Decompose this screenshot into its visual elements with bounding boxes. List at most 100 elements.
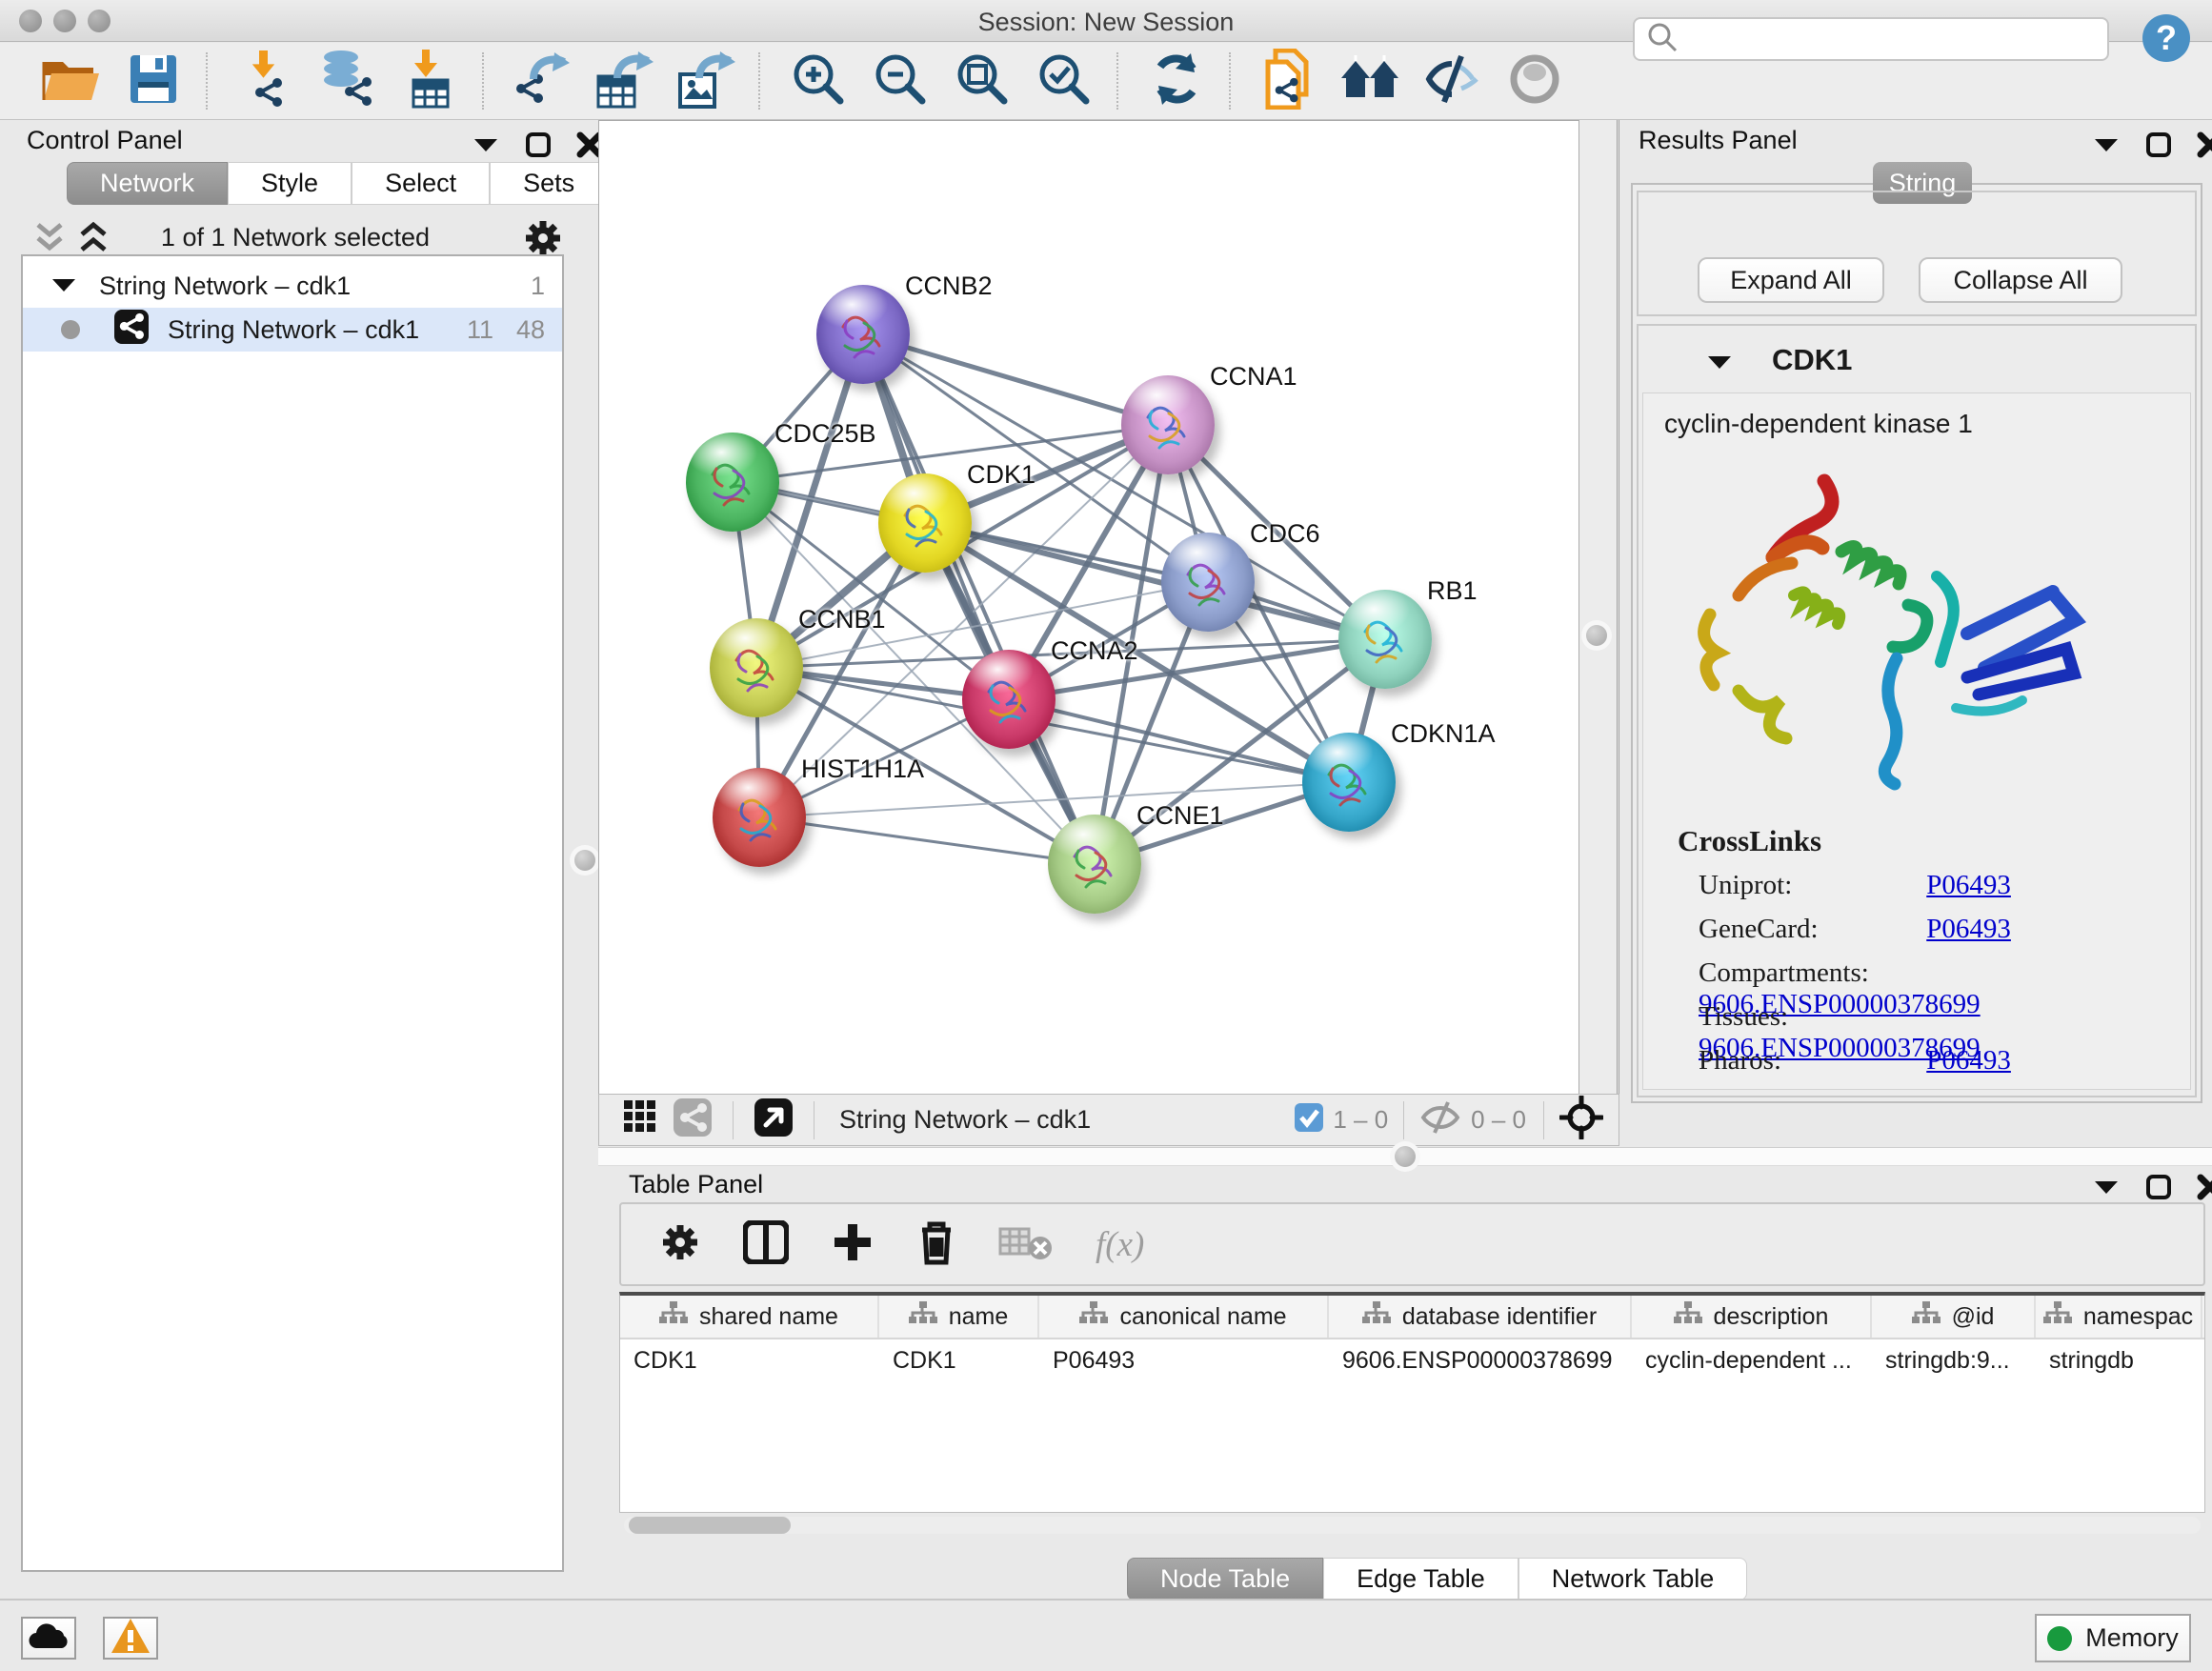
network-node-CDK1[interactable] xyxy=(878,473,972,573)
cloud-status-button[interactable] xyxy=(21,1617,76,1660)
zoom-selected-button[interactable] xyxy=(1031,54,1097,108)
network-collection-row[interactable]: String Network – cdk1 1 xyxy=(23,264,562,308)
table-horizontal-scrollbar[interactable] xyxy=(624,1517,2201,1534)
hide-selected-button[interactable] xyxy=(1419,54,1486,108)
apply-layout-button[interactable] xyxy=(1143,54,1210,108)
detach-view-icon[interactable] xyxy=(754,1098,793,1141)
crosslink-value-link[interactable]: P06493 xyxy=(1926,1045,2011,1076)
table-scrollbar-thumb[interactable] xyxy=(629,1517,791,1534)
column-header-namespac[interactable]: namespac xyxy=(2036,1296,2202,1338)
node-label-CCNB2: CCNB2 xyxy=(905,272,993,301)
cell-canonical-name[interactable]: P06493 xyxy=(1039,1339,1329,1383)
table-row[interactable]: CDK1CDK1P064939606.ENSP00000378699cyclin… xyxy=(620,1339,2204,1383)
table-toolbar: f(x) xyxy=(619,1202,2205,1286)
float-panel-icon[interactable] xyxy=(2092,1178,2121,1201)
network-overview-icon[interactable] xyxy=(674,1098,712,1141)
close-panel-icon[interactable] xyxy=(2197,1174,2212,1205)
zoom-out-button[interactable] xyxy=(867,54,934,108)
show-columns-icon[interactable] xyxy=(743,1220,789,1269)
search-input[interactable] xyxy=(1679,26,2088,52)
network-node-CCNA1[interactable] xyxy=(1121,375,1215,474)
network-row[interactable]: String Network – cdk1 11 48 xyxy=(23,308,562,352)
crosslink-value-link[interactable]: P06493 xyxy=(1926,870,2011,900)
network-canvas[interactable]: CCNB2 CCNA1 CDC25B CDK1 CDC6 RB1 xyxy=(598,120,1579,1094)
network-node-RB1[interactable] xyxy=(1338,590,1432,689)
cell--id[interactable]: stringdb:9... xyxy=(1872,1339,2036,1383)
tab-edge-table[interactable]: Edge Table xyxy=(1323,1558,1518,1601)
column-header-database-identifier[interactable]: database identifier xyxy=(1329,1296,1632,1338)
collapse-all-button[interactable]: Collapse All xyxy=(1919,257,2122,303)
node-structure-thumbnail xyxy=(713,768,806,867)
save-session-button[interactable] xyxy=(120,54,187,108)
tab-node-table[interactable]: Node Table xyxy=(1127,1558,1323,1601)
network-node-CDC25B[interactable] xyxy=(686,433,779,532)
network-node-CCNA2[interactable] xyxy=(962,650,1056,749)
tab-sets[interactable]: Sets xyxy=(490,162,608,205)
crosslink-value-link[interactable]: P06493 xyxy=(1926,914,2011,944)
hidden-eye-icon[interactable] xyxy=(1419,1100,1461,1139)
network-from-selection-button[interactable] xyxy=(1256,54,1322,108)
delete-column-icon[interactable] xyxy=(916,1218,956,1271)
tab-network-table[interactable]: Network Table xyxy=(1518,1558,1748,1601)
import-table-button[interactable] xyxy=(396,54,463,108)
left-splitter-handle[interactable] xyxy=(574,850,595,871)
network-node-CCNE1[interactable] xyxy=(1048,815,1141,914)
zoom-in-button[interactable] xyxy=(785,54,852,108)
cell-description[interactable]: cyclin-dependent ... xyxy=(1632,1339,1872,1383)
column-header-name[interactable]: name xyxy=(879,1296,1039,1338)
export-network-button[interactable] xyxy=(509,54,575,108)
maximize-panel-icon[interactable] xyxy=(2145,1174,2172,1205)
tab-select[interactable]: Select xyxy=(352,162,490,205)
expand-all-button[interactable]: Expand All xyxy=(1698,257,1884,303)
cell-shared-name[interactable]: CDK1 xyxy=(620,1339,879,1383)
network-node-CCNB2[interactable] xyxy=(816,285,910,384)
maximize-panel-icon[interactable] xyxy=(2145,131,2172,163)
tab-style[interactable]: Style xyxy=(228,162,352,205)
toolbar-separator xyxy=(1116,52,1118,110)
grid-view-icon[interactable] xyxy=(622,1098,660,1141)
birdseye-crosshair-icon[interactable] xyxy=(1559,1096,1603,1144)
close-panel-icon[interactable] xyxy=(2197,131,2212,163)
horizontal-splitter-handle[interactable] xyxy=(1395,1146,1416,1167)
float-panel-icon[interactable] xyxy=(2092,135,2121,159)
network-node-CDC6[interactable] xyxy=(1161,533,1255,632)
horizontal-splitter[interactable] xyxy=(598,1147,2212,1166)
export-table-button[interactable] xyxy=(591,54,657,108)
column-header-canonical-name[interactable]: canonical name xyxy=(1039,1296,1329,1338)
open-file-button[interactable] xyxy=(38,54,105,108)
selected-checkbox-icon[interactable] xyxy=(1295,1103,1323,1137)
protein-expander-icon[interactable] xyxy=(1705,352,1734,376)
help-button[interactable]: ? xyxy=(2142,11,2191,65)
network-type-icon xyxy=(114,310,149,351)
cell-name[interactable]: CDK1 xyxy=(879,1339,1039,1383)
network-node-HIST1H1A[interactable] xyxy=(713,768,806,867)
tab-network[interactable]: Network xyxy=(67,162,228,205)
column-header-shared-name[interactable]: shared name xyxy=(620,1296,879,1338)
export-image-button[interactable] xyxy=(673,54,739,108)
warnings-button[interactable] xyxy=(103,1617,158,1660)
column-header-description[interactable]: description xyxy=(1632,1296,1872,1338)
node-label-CDC25B: CDC25B xyxy=(774,419,876,449)
protein-structure-image xyxy=(1681,453,2139,815)
selected-count: 1 – 0 xyxy=(1333,1105,1388,1135)
cell-namespac[interactable]: stringdb xyxy=(2036,1339,2202,1383)
network-node-CCNB1[interactable] xyxy=(710,618,803,717)
column-header--id[interactable]: @id xyxy=(1872,1296,2036,1338)
network-node-CDKN1A[interactable] xyxy=(1302,733,1396,832)
table-options-gear-icon[interactable] xyxy=(659,1221,701,1268)
column-label: shared name xyxy=(699,1303,838,1331)
add-column-icon[interactable] xyxy=(831,1220,875,1269)
node-structure-thumbnail xyxy=(686,433,779,532)
maximize-panel-icon[interactable] xyxy=(525,131,552,163)
zoom-fit-button[interactable] xyxy=(949,54,1016,108)
search-box[interactable] xyxy=(1633,17,2109,61)
import-network-database-button[interactable] xyxy=(314,54,381,108)
memory-button[interactable]: Memory xyxy=(2035,1614,2191,1662)
show-all-button[interactable] xyxy=(1501,54,1568,108)
first-neighbors-button[interactable] xyxy=(1337,54,1404,108)
float-panel-icon[interactable] xyxy=(472,135,500,159)
collection-expander-icon[interactable] xyxy=(50,272,78,301)
cell-database-identifier[interactable]: 9606.ENSP00000378699 xyxy=(1329,1339,1632,1383)
right-splitter-handle[interactable] xyxy=(1586,625,1607,646)
import-network-button[interactable] xyxy=(232,54,299,108)
